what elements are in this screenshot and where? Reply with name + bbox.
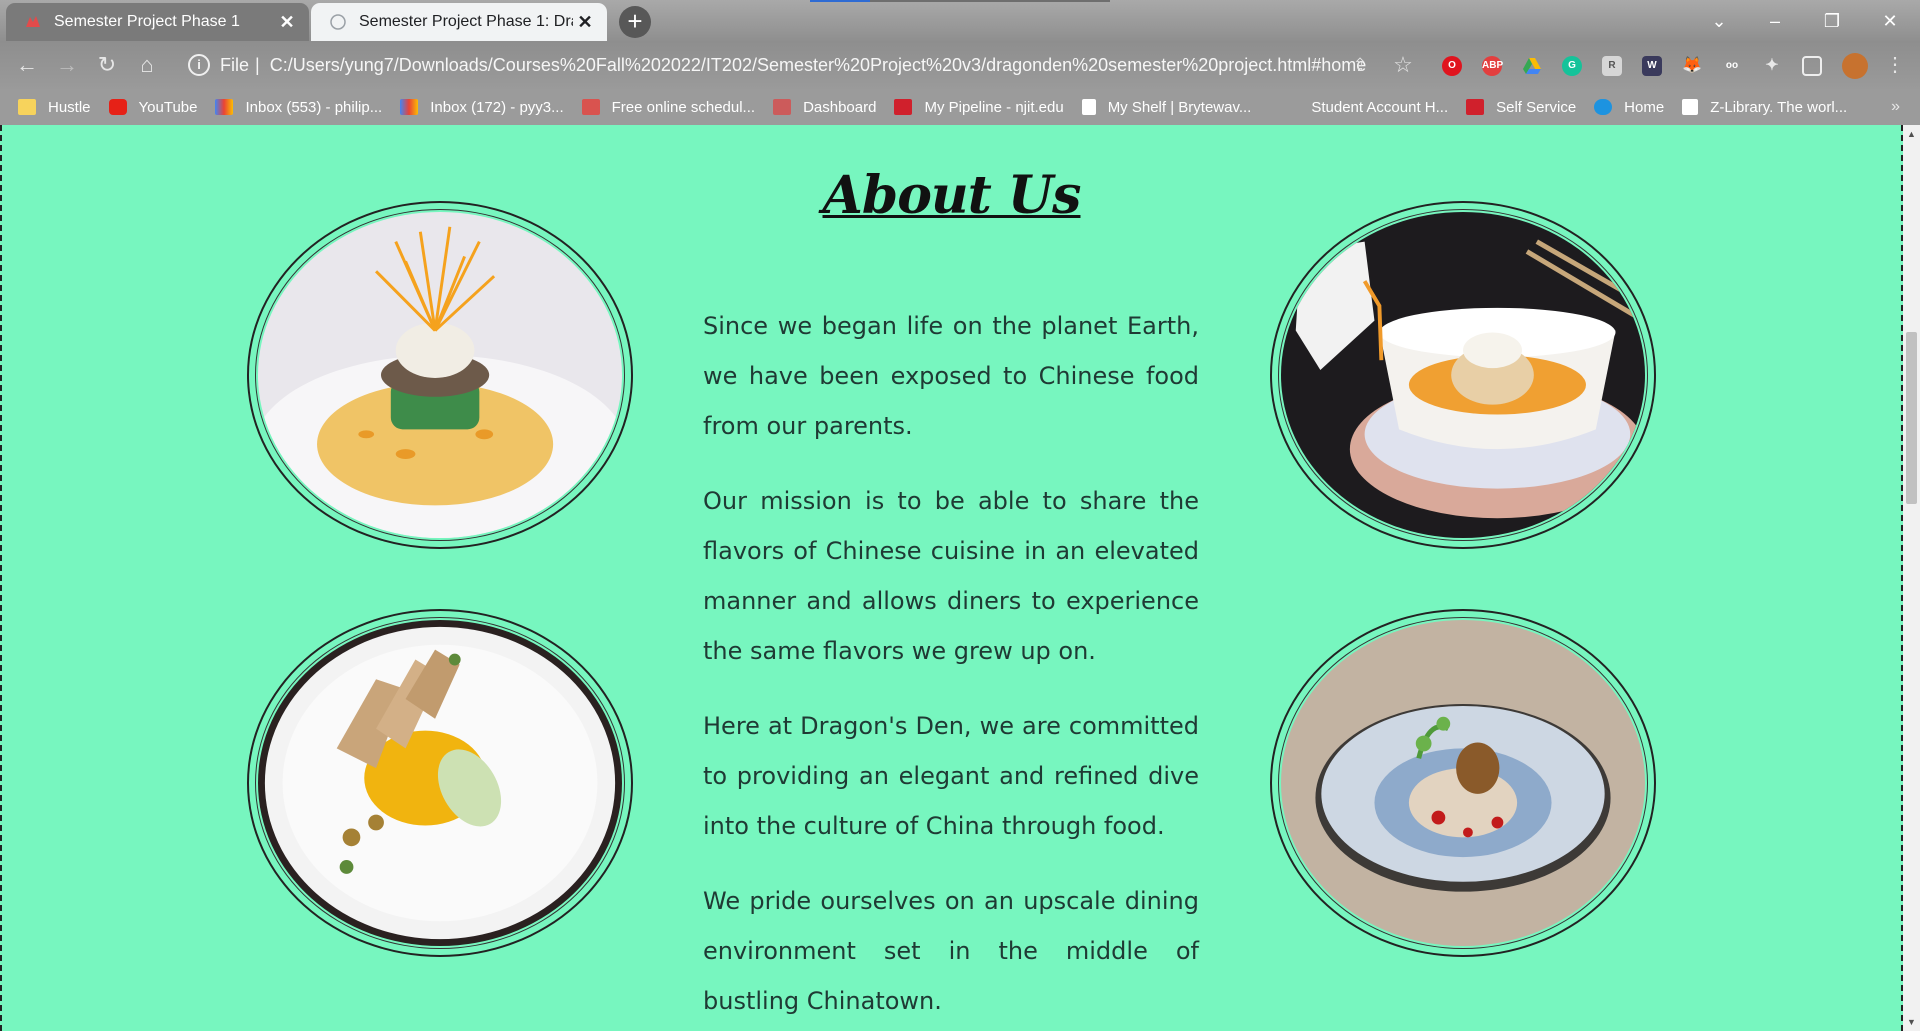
forward-arrow-icon[interactable]: →: [52, 51, 82, 79]
tab-strip: Semester Project Phase 1 ✕ Semester Proj…: [0, 0, 1920, 41]
profile-avatar[interactable]: [1842, 53, 1868, 79]
writing-extension-icon[interactable]: W: [1642, 56, 1662, 76]
zlibrary-icon: [1682, 99, 1699, 115]
readwise-extension-icon[interactable]: R: [1602, 56, 1622, 76]
document-icon: [1081, 99, 1096, 115]
bookmark-star-icon[interactable]: ☆: [1388, 51, 1418, 79]
bookmark-my-shelf[interactable]: My Shelf | Brytewav...: [1081, 98, 1252, 116]
bookmark-inbox-philip[interactable]: Inbox (553) - philip...: [215, 99, 382, 116]
bookmark-label: YouTube: [138, 98, 198, 116]
njit-icon: [894, 99, 913, 115]
dragon-favicon-icon: [24, 13, 42, 31]
bookmark-inbox-pyy3[interactable]: Inbox (172) - pyy3...: [400, 98, 564, 116]
scroll-up-arrow-icon[interactable]: ▲: [1907, 129, 1916, 139]
bookmark-label: Free online schedul...: [611, 98, 756, 116]
bookmark-label: Hustle: [48, 98, 91, 116]
bookmark-label: Dashboard: [803, 98, 877, 116]
close-tab-icon[interactable]: ✕: [573, 12, 597, 33]
browser-menu-kebab-icon[interactable]: ⋮: [1880, 51, 1910, 79]
dish-photo-bottom-right: [1270, 609, 1656, 957]
about-paragraph-commitment: Here at Dragon's Den, we are committed t…: [703, 712, 1199, 840]
bookmark-my-pipeline[interactable]: My Pipeline - njit.edu: [894, 98, 1064, 116]
new-tab-plus-icon[interactable]: +: [619, 6, 651, 38]
bookmark-label: Inbox (553) - philip...: [245, 98, 383, 116]
tab-semester-project-phase-1[interactable]: Semester Project Phase 1 ✕: [6, 3, 309, 41]
food-image-icon: [1281, 212, 1645, 538]
about-us-text: Since we began life on the planet Earth,…: [703, 301, 1199, 1031]
bookmarks-overflow-icon[interactable]: »: [1891, 98, 1900, 116]
food-image-icon: [1281, 620, 1645, 946]
dashboard-icon: [773, 99, 792, 115]
tab-dragons-den[interactable]: Semester Project Phase 1: Dragon's Den ✕: [311, 3, 607, 41]
loading-progress-bar: [810, 0, 1110, 2]
bookmark-label: Student Account H...: [1311, 98, 1449, 116]
tab-search-chevron-icon[interactable]: ⌄: [1699, 6, 1739, 36]
globe-favicon-icon: [329, 13, 347, 31]
about-paragraph-mission: Our mission is to be able to share the f…: [703, 487, 1199, 665]
bookmark-label: Home: [1624, 98, 1665, 116]
url-text[interactable]: C:/Users/yung7/Downloads/Courses%20Fall%…: [270, 55, 1367, 76]
owl-extension-icon[interactable]: oo: [1722, 56, 1742, 76]
google-drive-icon[interactable]: [1522, 56, 1542, 76]
tab-title: Semester Project Phase 1: [54, 13, 240, 30]
bookmark-label: Inbox (172) - pyy3...: [430, 98, 564, 116]
address-bar[interactable]: i File | C:/Users/yung7/Downloads/Course…: [176, 47, 1416, 83]
address-separator: |: [255, 54, 260, 75]
restore-icon[interactable]: ❐: [1812, 6, 1852, 36]
bookmark-dashboard[interactable]: Dashboard: [773, 99, 876, 116]
bookmark-student-account[interactable]: Student Account H...: [1275, 99, 1448, 116]
bookmark-z-library[interactable]: Z-Library. The worl...: [1682, 99, 1847, 116]
bookmark-label: My Shelf | Brytewav...: [1107, 98, 1252, 116]
home-icon[interactable]: ⌂: [132, 51, 162, 79]
calendar-app-icon: [581, 99, 600, 115]
bookmark-label: My Pipeline - njit.edu: [924, 98, 1064, 116]
bookmark-youtube[interactable]: YouTube: [108, 98, 198, 116]
browser-toolbar: ← → ↻ ⌂ i File | C:/Users/yung7/Download…: [0, 41, 1920, 89]
youtube-icon: [108, 99, 127, 115]
share-icon[interactable]: ⇪: [1345, 51, 1375, 79]
about-us-section: About Us Since we began life on the plan…: [0, 125, 1903, 1031]
info-icon[interactable]: i: [188, 54, 210, 76]
blank-icon: [1275, 99, 1299, 115]
about-paragraph-environment: We pride ourselves on an upscale dining …: [703, 887, 1199, 1015]
food-image-icon: [258, 620, 622, 946]
scrollbar-thumb[interactable]: [1906, 332, 1917, 504]
dish-photo-top-left: [247, 201, 633, 549]
gmail-icon: [400, 99, 419, 115]
close-tab-icon[interactable]: ✕: [275, 12, 299, 33]
side-panel-icon[interactable]: [1802, 56, 1822, 76]
opera-extension-icon[interactable]: O: [1442, 56, 1462, 76]
grammarly-icon[interactable]: G: [1562, 56, 1582, 76]
gmail-icon: [215, 99, 234, 115]
njit-icon: [1466, 99, 1485, 115]
metamask-fox-icon[interactable]: 🦊: [1682, 56, 1702, 76]
bookmark-label: Self Service: [1496, 98, 1577, 116]
bookmark-hustle[interactable]: Hustle: [18, 99, 91, 116]
back-arrow-icon[interactable]: ←: [12, 51, 42, 79]
page-title: About Us: [822, 165, 1082, 226]
extensions-puzzle-icon[interactable]: ✦: [1762, 56, 1782, 76]
folder-icon: [18, 99, 36, 115]
cloud-icon: [1594, 99, 1613, 115]
bookmark-home[interactable]: Home: [1594, 99, 1664, 116]
bookmarks-bar: Hustle YouTube Inbox (553) - philip... I…: [0, 89, 1920, 125]
adblock-plus-icon[interactable]: ABP: [1482, 56, 1503, 76]
page-scrollbar[interactable]: ▲ ▼: [1903, 125, 1920, 1031]
dish-photo-top-right: [1270, 201, 1656, 549]
dish-photo-bottom-left: [247, 609, 633, 957]
minimize-icon[interactable]: –: [1755, 6, 1795, 36]
bookmark-self-service[interactable]: Self Service: [1466, 99, 1576, 116]
bookmark-label: Z-Library. The worl...: [1710, 98, 1848, 116]
address-scheme-label: File: [220, 54, 250, 75]
food-image-icon: [258, 212, 622, 538]
reload-icon[interactable]: ↻: [92, 51, 122, 79]
about-paragraph-origin: Since we began life on the planet Earth,…: [703, 312, 1199, 440]
scroll-down-arrow-icon[interactable]: ▼: [1907, 1017, 1916, 1027]
close-window-icon[interactable]: ✕: [1870, 6, 1910, 36]
tab-title: Semester Project Phase 1: Dragon's Den: [359, 13, 573, 30]
bookmark-free-online-scheduler[interactable]: Free online schedul...: [581, 98, 756, 116]
